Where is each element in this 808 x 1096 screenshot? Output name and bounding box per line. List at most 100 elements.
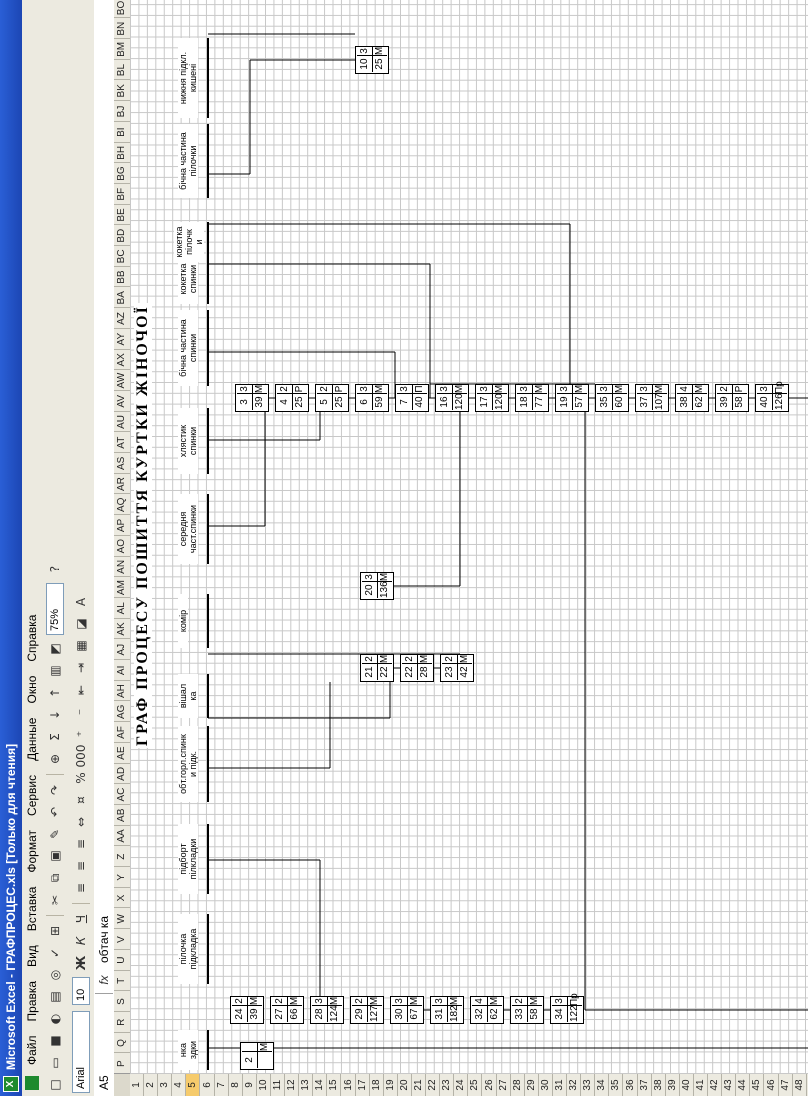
- font-color-icon[interactable]: A: [71, 592, 91, 612]
- row-header[interactable]: 32: [567, 1074, 582, 1096]
- menu-edit[interactable]: Правка: [25, 974, 39, 1029]
- row-header[interactable]: 29: [524, 1074, 539, 1096]
- menu-tools[interactable]: Сервис: [25, 768, 39, 823]
- column-header[interactable]: AC: [114, 783, 130, 805]
- column-header[interactable]: AF: [114, 721, 130, 743]
- drawing-icon[interactable]: ◩: [45, 639, 65, 659]
- research-icon[interactable]: ⊞: [45, 921, 65, 941]
- increase-decimal-icon[interactable]: ⁺: [71, 724, 91, 744]
- row-header[interactable]: 47: [778, 1074, 793, 1096]
- column-header[interactable]: BL: [114, 58, 130, 81]
- row-header[interactable]: 20: [397, 1074, 412, 1096]
- row-header[interactable]: 42: [708, 1074, 723, 1096]
- row-header[interactable]: 10: [256, 1074, 271, 1096]
- align-left-icon[interactable]: ≡: [71, 878, 91, 898]
- row-header[interactable]: 36: [623, 1074, 638, 1096]
- row-header[interactable]: 17: [355, 1074, 370, 1096]
- print-icon[interactable]: ▤: [45, 987, 65, 1007]
- column-header[interactable]: BC: [114, 245, 130, 267]
- column-header[interactable]: R: [114, 1010, 130, 1033]
- merge-center-icon[interactable]: ⇔: [71, 812, 91, 832]
- row-header[interactable]: 24: [454, 1074, 469, 1096]
- chart-wizard-icon[interactable]: ▥: [45, 661, 65, 681]
- permission-icon[interactable]: ◐: [45, 1009, 65, 1029]
- row-header[interactable]: 28: [510, 1074, 525, 1096]
- decrease-decimal-icon[interactable]: ⁻: [71, 702, 91, 722]
- column-header[interactable]: AZ: [114, 307, 130, 329]
- row-header[interactable]: 2: [144, 1074, 159, 1096]
- column-header[interactable]: AT: [114, 431, 130, 453]
- select-all-corner[interactable]: [114, 1073, 130, 1096]
- row-header[interactable]: 38: [651, 1074, 666, 1096]
- row-header[interactable]: 45: [750, 1074, 765, 1096]
- column-header[interactable]: AS: [114, 452, 130, 474]
- row-header[interactable]: 7: [214, 1074, 229, 1096]
- row-header[interactable]: 5: [186, 1074, 201, 1096]
- font-select[interactable]: Arial: [72, 1011, 90, 1093]
- autosum-icon[interactable]: Σ: [45, 727, 65, 747]
- name-box[interactable]: A5: [95, 993, 113, 1096]
- worksheet-grid[interactable]: ГРАФ ПРОЦЕСУ ПОШИТТЯ КУРТКИ ЖІНОЧОЇ нка …: [130, 0, 808, 1074]
- column-header[interactable]: BD: [114, 224, 130, 246]
- row-header[interactable]: 41: [694, 1074, 709, 1096]
- column-header[interactable]: AM: [114, 576, 130, 598]
- borders-icon[interactable]: ▦: [71, 636, 91, 656]
- column-header[interactable]: BJ: [114, 100, 130, 122]
- percent-button[interactable]: %: [71, 768, 91, 788]
- column-header[interactable]: AA: [114, 824, 130, 847]
- column-header[interactable]: AO: [114, 534, 130, 557]
- row-header[interactable]: 6: [200, 1074, 215, 1096]
- open-icon[interactable]: ▭: [45, 1053, 65, 1073]
- column-header[interactable]: AY: [114, 327, 130, 350]
- column-header[interactable]: BK: [114, 79, 130, 102]
- row-header[interactable]: 4: [172, 1074, 187, 1096]
- menu-help[interactable]: Справка: [25, 608, 39, 669]
- row-header[interactable]: 13: [299, 1074, 314, 1096]
- bold-button[interactable]: Ж: [71, 953, 91, 973]
- row-header[interactable]: 8: [228, 1074, 243, 1096]
- menu-insert[interactable]: Вставка: [25, 880, 39, 939]
- row-header[interactable]: 21: [412, 1074, 427, 1096]
- sort-ascending-icon[interactable]: ↓: [45, 705, 65, 725]
- column-header[interactable]: AL: [114, 596, 130, 619]
- column-header[interactable]: AG: [114, 700, 130, 723]
- column-header[interactable]: AJ: [114, 638, 130, 660]
- row-header[interactable]: 44: [736, 1074, 751, 1096]
- column-header[interactable]: U: [114, 948, 130, 971]
- column-header[interactable]: Q: [114, 1031, 130, 1054]
- menu-view[interactable]: Вид: [25, 938, 39, 974]
- save-icon[interactable]: ■: [45, 1031, 65, 1051]
- column-header[interactable]: X: [114, 886, 130, 909]
- column-header[interactable]: AR: [114, 472, 130, 495]
- format-painter-icon[interactable]: ✎: [45, 824, 65, 844]
- align-center-icon[interactable]: ≡: [71, 856, 91, 876]
- row-header[interactable]: 1: [130, 1074, 145, 1096]
- column-header[interactable]: P: [114, 1052, 130, 1074]
- row-header[interactable]: 12: [285, 1074, 300, 1096]
- column-header[interactable]: BA: [114, 286, 130, 309]
- column-header[interactable]: BO: [114, 0, 130, 19]
- column-header[interactable]: BG: [114, 162, 130, 184]
- redo-icon[interactable]: ↷: [45, 780, 65, 800]
- row-header[interactable]: 46: [764, 1074, 779, 1096]
- menu-data[interactable]: Данные: [25, 711, 39, 768]
- help-icon[interactable]: ?: [45, 559, 65, 579]
- column-header[interactable]: AV: [114, 389, 130, 412]
- row-header[interactable]: 35: [609, 1074, 624, 1096]
- sort-descending-icon[interactable]: ↑: [45, 683, 65, 703]
- underline-button[interactable]: Ч: [71, 909, 91, 929]
- column-header[interactable]: BF: [114, 182, 130, 205]
- row-header[interactable]: 34: [595, 1074, 610, 1096]
- new-icon[interactable]: □: [45, 1075, 65, 1095]
- formula-input[interactable]: обтач ка: [97, 916, 111, 967]
- column-header[interactable]: BI: [114, 120, 130, 143]
- print-preview-icon[interactable]: ◎: [45, 965, 65, 985]
- italic-button[interactable]: К: [71, 931, 91, 951]
- column-header[interactable]: AK: [114, 617, 130, 640]
- column-header[interactable]: AH: [114, 679, 130, 702]
- row-header[interactable]: 15: [327, 1074, 342, 1096]
- column-header[interactable]: AW: [114, 369, 130, 391]
- currency-icon[interactable]: ¤: [71, 790, 91, 810]
- column-header[interactable]: BN: [114, 17, 130, 39]
- row-header[interactable]: 16: [341, 1074, 356, 1096]
